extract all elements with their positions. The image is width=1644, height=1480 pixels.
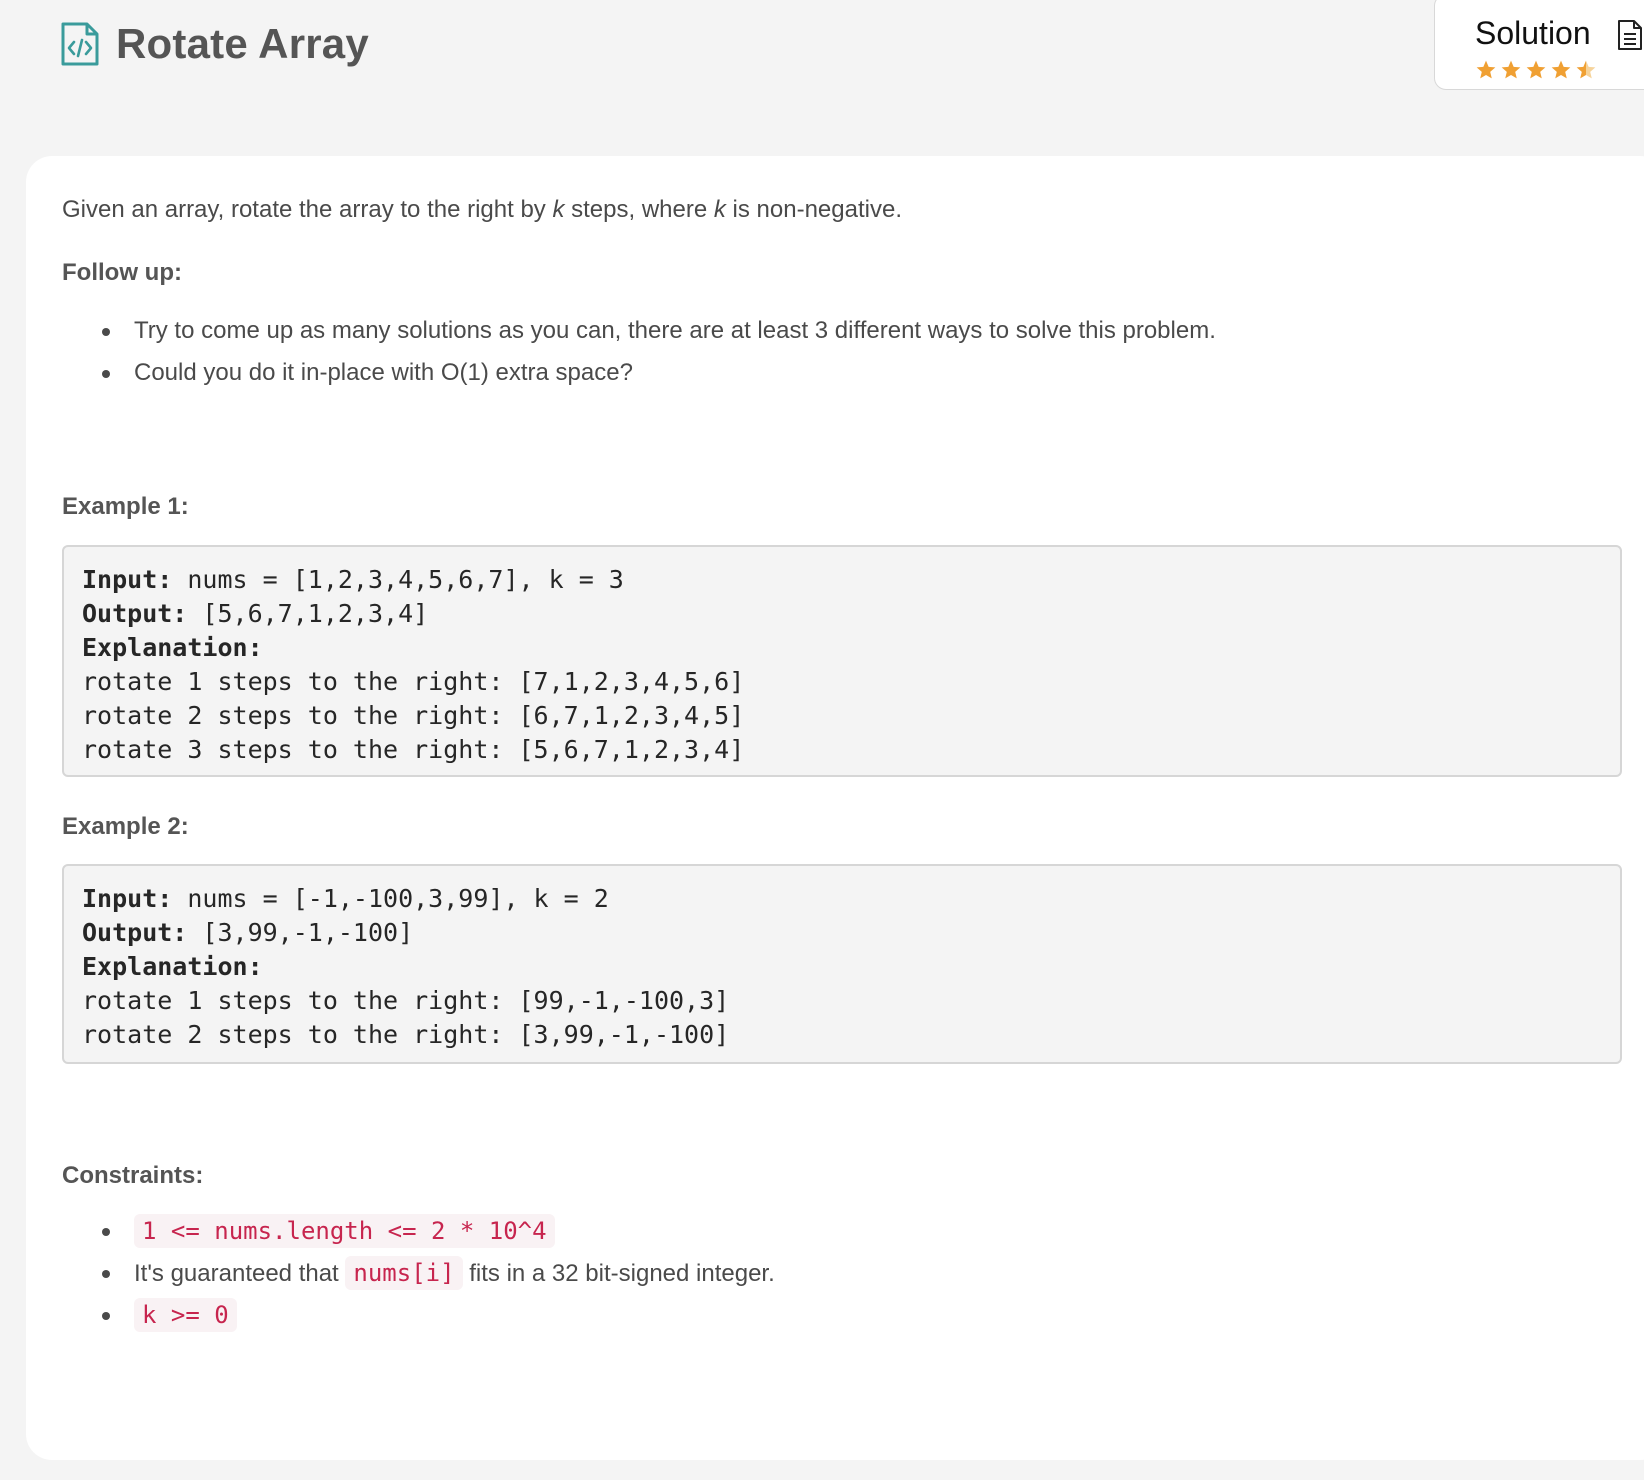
star-icon (1526, 60, 1546, 79)
list-item: k >= 0 (62, 1294, 775, 1336)
follow-up-list: Try to come up as many solutions as you … (62, 310, 1216, 394)
list-item: Could you do it in-place with O(1) extra… (62, 352, 1216, 394)
example-2-heading: Example 2: (62, 813, 189, 840)
inline-code: 1 <= nums.length <= 2 * 10^4 (134, 1214, 555, 1248)
example-explanation-label: Explanation: (82, 633, 263, 662)
code-file-icon (61, 22, 99, 66)
solution-button[interactable]: Solution (1434, 0, 1644, 90)
example-1-heading: Example 1: (62, 493, 189, 520)
example-explanation-label: Explanation: (82, 952, 263, 981)
star-icon (1551, 60, 1571, 79)
star-icon (1501, 60, 1521, 79)
example-step-line: rotate 1 steps to the right: [99,-1,-100… (82, 986, 730, 1015)
document-icon (1618, 20, 1642, 50)
example-input-line: Input: nums = [1,2,3,4,5,6,7], k = 3 (82, 565, 624, 594)
constraints-list: 1 <= nums.length <= 2 * 10^4 It's guaran… (62, 1210, 775, 1336)
rating-stars (1475, 59, 1597, 81)
solution-label: Solution (1475, 15, 1591, 51)
inline-code: nums[i] (345, 1256, 463, 1290)
list-item: It's guaranteed that nums[i] fits in a 3… (62, 1252, 775, 1294)
problem-card: Given an array, rotate the array to the … (26, 156, 1644, 1460)
problem-header: Rotate Array (60, 18, 369, 70)
star-icon (1476, 60, 1496, 79)
star-icon (1576, 60, 1596, 79)
inline-code: k >= 0 (134, 1298, 237, 1332)
page-title: Rotate Array (116, 20, 369, 67)
follow-up-heading: Follow up: (62, 259, 182, 286)
problem-description: Given an array, rotate the array to the … (62, 196, 902, 223)
example-2-block: Input: nums = [-1,-100,3,99], k = 2 Outpu… (62, 864, 1622, 1064)
constraints-heading: Constraints: (62, 1162, 204, 1189)
example-input-line: Input: nums = [-1,-100,3,99], k = 2 (82, 884, 609, 913)
list-item: Try to come up as many solutions as you … (62, 310, 1216, 352)
example-step-line: rotate 1 steps to the right: [7,1,2,3,4,… (82, 667, 745, 696)
example-1-block: Input: nums = [1,2,3,4,5,6,7], k = 3 Outp… (62, 545, 1622, 777)
example-step-line: rotate 3 steps to the right: [5,6,7,1,2,… (82, 735, 745, 764)
example-output-line: Output: [5,6,7,1,2,3,4] (82, 599, 429, 628)
example-step-line: rotate 2 steps to the right: [3,99,-1,-1… (82, 1020, 730, 1049)
example-output-line: Output: [3,99,-1,-100] (82, 918, 414, 947)
example-step-line: rotate 2 steps to the right: [6,7,1,2,3,… (82, 701, 745, 730)
list-item: 1 <= nums.length <= 2 * 10^4 (62, 1210, 775, 1252)
